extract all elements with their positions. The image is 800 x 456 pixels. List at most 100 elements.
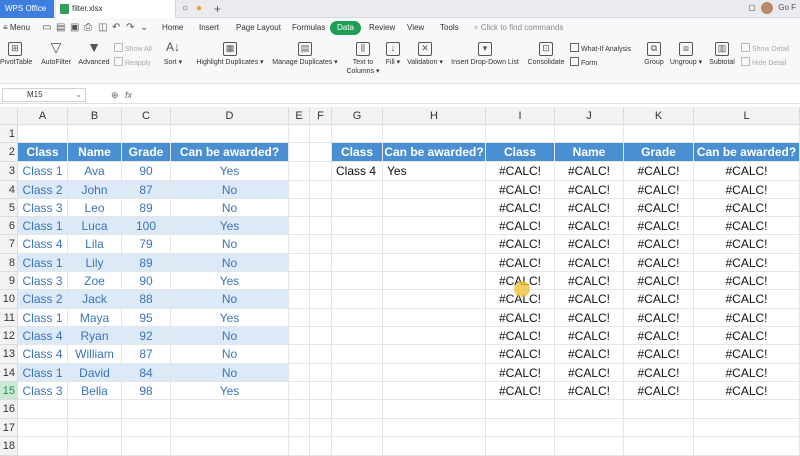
table-cell[interactable]: Class 2: [18, 181, 68, 199]
table-header-cell[interactable]: Name: [68, 143, 122, 162]
empty-cell[interactable]: [332, 181, 383, 199]
empty-cell[interactable]: [310, 125, 332, 143]
table-cell[interactable]: Yes: [171, 272, 289, 290]
empty-cell[interactable]: [18, 437, 68, 456]
result-header-cell[interactable]: Can be awarded?: [694, 143, 800, 162]
zoom-icon[interactable]: ⊕: [111, 88, 119, 102]
autofilter-button[interactable]: ▽ AutoFilter: [38, 40, 74, 67]
column-header-b[interactable]: B: [68, 107, 122, 125]
table-cell[interactable]: No: [171, 254, 289, 272]
empty-cell[interactable]: [171, 437, 289, 456]
table-cell[interactable]: No: [171, 181, 289, 199]
print-icon[interactable]: ⎙: [84, 23, 92, 33]
table-cell[interactable]: Leo: [68, 199, 122, 217]
result-cell[interactable]: #CALC!: [555, 181, 624, 199]
table-cell[interactable]: Bella: [68, 382, 122, 400]
table-cell[interactable]: Maya: [68, 309, 122, 327]
table-cell[interactable]: 88: [122, 290, 171, 309]
table-cell[interactable]: Ryan: [68, 327, 122, 345]
row-header-3[interactable]: 3: [0, 162, 18, 181]
empty-cell[interactable]: [555, 419, 624, 437]
result-cell[interactable]: #CALC!: [555, 235, 624, 254]
table-header-cell[interactable]: Can be awarded?: [171, 143, 289, 162]
result-cell[interactable]: #CALC!: [555, 382, 624, 400]
tab-review[interactable]: Review: [369, 18, 395, 38]
result-cell[interactable]: #CALC!: [555, 327, 624, 345]
row-header-5[interactable]: 5: [0, 199, 18, 217]
column-header-e[interactable]: E: [289, 107, 310, 125]
result-cell[interactable]: #CALC!: [486, 199, 555, 217]
empty-cell[interactable]: [289, 400, 310, 419]
result-cell[interactable]: #CALC!: [624, 327, 694, 345]
result-cell[interactable]: #CALC!: [486, 217, 555, 235]
empty-cell[interactable]: [310, 143, 332, 162]
empty-cell[interactable]: [383, 327, 486, 345]
command-search[interactable]: ⌕ Click to find commands: [474, 18, 563, 38]
redo-icon[interactable]: ↷: [126, 23, 134, 33]
empty-cell[interactable]: [332, 199, 383, 217]
form-button[interactable]: Form: [570, 57, 597, 69]
empty-cell[interactable]: [68, 437, 122, 456]
empty-cell[interactable]: [624, 400, 694, 419]
empty-cell[interactable]: [122, 437, 171, 456]
empty-cell[interactable]: [332, 309, 383, 327]
empty-cell[interactable]: [310, 217, 332, 235]
table-cell[interactable]: Ava: [68, 162, 122, 181]
empty-cell[interactable]: [383, 400, 486, 419]
fx-icon[interactable]: fx: [125, 88, 132, 102]
empty-cell[interactable]: [289, 309, 310, 327]
empty-cell[interactable]: [383, 199, 486, 217]
document-tab[interactable]: filter.xlsx: [56, 0, 176, 18]
empty-cell[interactable]: [310, 181, 332, 199]
criteria-cell[interactable]: Class 4: [332, 162, 383, 181]
table-cell[interactable]: 87: [122, 345, 171, 364]
table-cell[interactable]: 90: [122, 272, 171, 290]
result-cell[interactable]: #CALC!: [624, 272, 694, 290]
table-cell[interactable]: No: [171, 364, 289, 382]
result-cell[interactable]: #CALC!: [486, 181, 555, 199]
reapply-button[interactable]: Reapply: [114, 57, 151, 69]
empty-cell[interactable]: [289, 217, 310, 235]
empty-cell[interactable]: [383, 181, 486, 199]
empty-cell[interactable]: [332, 290, 383, 309]
table-cell[interactable]: 98: [122, 382, 171, 400]
table-cell[interactable]: Jack: [68, 290, 122, 309]
row-header-9[interactable]: 9: [0, 272, 18, 290]
empty-cell[interactable]: [171, 400, 289, 419]
column-header-f[interactable]: F: [310, 107, 332, 125]
result-cell[interactable]: #CALC!: [624, 382, 694, 400]
result-cell[interactable]: #CALC!: [486, 162, 555, 181]
empty-cell[interactable]: [310, 290, 332, 309]
tab-insert[interactable]: Insert: [199, 18, 219, 38]
result-cell[interactable]: #CALC!: [486, 364, 555, 382]
result-cell[interactable]: #CALC!: [694, 162, 800, 181]
empty-cell[interactable]: [332, 345, 383, 364]
table-cell[interactable]: No: [171, 327, 289, 345]
manage-duplicates-button[interactable]: ▤ Manage Duplicates ▾: [270, 42, 340, 67]
empty-cell[interactable]: [555, 400, 624, 419]
result-cell[interactable]: #CALC!: [694, 217, 800, 235]
empty-cell[interactable]: [332, 235, 383, 254]
empty-cell[interactable]: [310, 235, 332, 254]
empty-cell[interactable]: [289, 290, 310, 309]
table-cell[interactable]: John: [68, 181, 122, 199]
subtotal-button[interactable]: ▥ Subtotal: [706, 42, 738, 67]
tab-page-layout[interactable]: Page Layout: [236, 18, 281, 38]
empty-cell[interactable]: [289, 235, 310, 254]
result-cell[interactable]: #CALC!: [624, 364, 694, 382]
fill-button[interactable]: ↓ Fill ▾: [383, 42, 403, 67]
table-cell[interactable]: Yes: [171, 162, 289, 181]
text-to-columns-button[interactable]: ⫼ Text to Columns ▾: [346, 42, 380, 76]
empty-cell[interactable]: [289, 181, 310, 199]
empty-cell[interactable]: [310, 382, 332, 400]
tab-formulas[interactable]: Formulas: [292, 18, 325, 38]
column-header-g[interactable]: G: [332, 107, 383, 125]
hide-detail-button[interactable]: Hide Detail: [741, 57, 786, 69]
empty-cell[interactable]: [171, 125, 289, 143]
table-cell[interactable]: Lila: [68, 235, 122, 254]
empty-cell[interactable]: [332, 272, 383, 290]
result-cell[interactable]: #CALC!: [486, 327, 555, 345]
advanced-filter-button[interactable]: ▼ Advanced: [76, 40, 112, 67]
empty-cell[interactable]: [332, 254, 383, 272]
tab-home[interactable]: Home: [162, 18, 183, 38]
